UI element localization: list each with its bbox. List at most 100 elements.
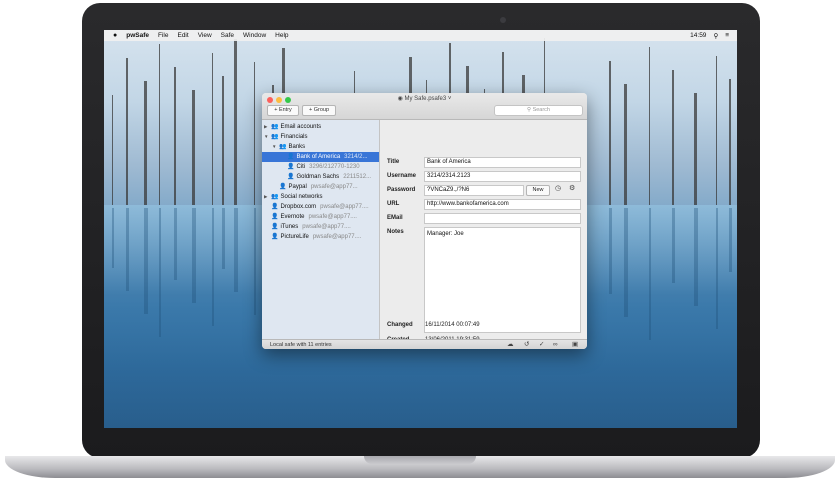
username-field[interactable]: 3214/2314.2123 xyxy=(424,171,581,182)
menubar-clock[interactable]: 14:59 xyxy=(690,32,706,39)
tree-reflection xyxy=(254,208,256,315)
person-icon: 👤 xyxy=(271,214,279,220)
person-icon: 👤 xyxy=(287,174,295,180)
gear-icon[interactable]: ⚙ xyxy=(569,184,575,192)
tree-entry-goldman-sachs[interactable]: 👤 Goldman Sachs 2211512... xyxy=(262,172,379,182)
tree-trunk xyxy=(716,56,717,205)
tree-trunk xyxy=(672,70,674,205)
tree-reflection xyxy=(624,208,628,317)
check-icon[interactable]: ✓ xyxy=(539,340,544,349)
tree-reflection xyxy=(192,208,196,303)
spotlight-search-icon[interactable]: ⚲ xyxy=(713,32,718,40)
tree-group-financials[interactable]: ▼ 👥 Financials xyxy=(262,132,379,142)
person-icon: 👤 xyxy=(279,184,287,190)
lock-icon[interactable]: ▣ xyxy=(572,340,578,349)
add-entry-button[interactable]: + Entry xyxy=(267,105,299,116)
tree-entry-itunes[interactable]: 👤 iTunes pwsafe@app77.... xyxy=(262,222,379,232)
menu-help[interactable]: Help xyxy=(275,32,288,39)
tree-group-email-accounts[interactable]: ▶ 👥 Email accounts xyxy=(262,122,379,132)
lock-sync-icon[interactable]: ↺ xyxy=(524,340,529,349)
tree-trunk xyxy=(222,76,224,205)
tree-group-banks[interactable]: ▼ 👥 Banks xyxy=(262,142,379,152)
document-lock-icon: ◉ xyxy=(397,96,403,102)
tree-trunk xyxy=(234,39,237,205)
disclosure-triangle-icon[interactable]: ▼ xyxy=(264,132,271,142)
search-input[interactable]: ⚲ Search xyxy=(494,105,583,116)
password-history-icon[interactable]: ◷ xyxy=(555,184,561,192)
pwsafe-window: ◉ My Safe.psafe3 ˅ + Entry + Group ⚲ Sea… xyxy=(262,93,587,349)
tree-entry-bank-of-america[interactable]: 👤 Bank of America 3214/2... xyxy=(262,152,379,162)
menu-view[interactable]: View xyxy=(198,32,212,39)
group-icon: 👥 xyxy=(279,144,287,150)
person-icon: 👤 xyxy=(287,164,295,170)
status-bar: Local safe with 11 entries ☁ ↺ ✓ ∞ ▣ xyxy=(262,339,587,349)
tree-reflection xyxy=(729,208,732,272)
tree-reflection xyxy=(234,208,238,292)
person-icon: 👤 xyxy=(271,224,279,230)
tree-reflection xyxy=(144,208,148,314)
glasses-icon[interactable]: ∞ xyxy=(553,340,558,349)
tree-trunk xyxy=(192,90,195,205)
password-field[interactable]: ?VNCaZ9.,/?N6 xyxy=(424,185,524,196)
chevron-down-icon[interactable]: ˅ xyxy=(448,96,452,102)
tree-reflection xyxy=(649,208,651,340)
tree-entry-citi[interactable]: 👤 Citi 3296/212770-1230 xyxy=(262,162,379,172)
new-password-button[interactable]: New xyxy=(526,185,550,196)
tree-reflection xyxy=(222,208,225,269)
apple-menu-icon[interactable]: ● xyxy=(113,32,117,39)
tree-trunk xyxy=(112,95,113,205)
person-icon: 👤 xyxy=(271,234,279,240)
title-field[interactable]: Bank of America xyxy=(424,157,581,168)
tree-entry-dropbox[interactable]: 👤 Dropbox.com pwsafe@app77.... xyxy=(262,202,379,212)
menu-app-name[interactable]: pwSafe xyxy=(126,32,149,39)
menu-window[interactable]: Window xyxy=(243,32,266,39)
window-title: ◉ My Safe.psafe3 ˅ xyxy=(397,96,452,102)
tree-trunk xyxy=(159,44,160,205)
entry-detail-pane: Title Bank of America Username 3214/2314… xyxy=(380,120,587,343)
entries-sidebar: ▶ 👥 Email accounts ▼ 👥 Financials ▼ 👥 Banks 👤 B… xyxy=(262,120,380,339)
person-icon: 👤 xyxy=(271,204,279,210)
disclosure-triangle-icon[interactable]: ▼ xyxy=(272,142,279,152)
group-icon: 👥 xyxy=(271,194,279,200)
notes-field[interactable]: Manager: Joe xyxy=(424,227,581,333)
tree-trunk xyxy=(212,53,213,205)
username-label: Username xyxy=(387,173,417,179)
notes-label: Notes xyxy=(387,229,404,235)
tree-group-social-networks[interactable]: ▶ 👥 Social networks xyxy=(262,192,379,202)
url-field[interactable]: http://www.bankofamerica.com xyxy=(424,199,581,210)
notification-center-icon[interactable]: ≡ xyxy=(725,32,729,39)
tree-reflection xyxy=(609,208,612,294)
menu-bar: ● pwSafe File Edit View Safe Window Help… xyxy=(104,30,737,41)
tree-trunk xyxy=(144,81,147,205)
email-label: EMail xyxy=(387,215,403,221)
tree-reflection xyxy=(126,208,129,291)
cloud-icon[interactable]: ☁ xyxy=(507,340,514,349)
menu-edit[interactable]: Edit xyxy=(177,32,188,39)
tree-reflection xyxy=(174,208,177,280)
disclosure-triangle-icon[interactable]: ▶ xyxy=(264,122,271,132)
tree-reflection xyxy=(694,208,698,306)
menu-file[interactable]: File xyxy=(158,32,168,39)
tree-reflection xyxy=(112,208,114,268)
tree-entry-paypal[interactable]: 👤 Paypal pwsafe@app77... xyxy=(262,182,379,192)
person-icon: 👤 xyxy=(287,154,295,160)
password-label: Password xyxy=(387,187,416,193)
tree-trunk xyxy=(624,84,627,205)
camera-icon xyxy=(500,17,506,23)
tree-entry-evernote[interactable]: 👤 Evernote pwsafe@app77.... xyxy=(262,212,379,222)
menu-safe[interactable]: Safe xyxy=(221,32,234,39)
add-group-button[interactable]: + Group xyxy=(302,105,336,116)
url-label: URL xyxy=(387,201,400,207)
tree-trunk xyxy=(254,62,255,205)
tree-reflection xyxy=(159,208,161,337)
changed-value: 16/11/2014 00:07:49 xyxy=(425,322,480,328)
email-field[interactable] xyxy=(424,213,581,224)
title-label: Title xyxy=(387,159,400,165)
window-titlebar: ◉ My Safe.psafe3 ˅ + Entry + Group ⚲ Sea… xyxy=(262,93,587,120)
tree-entry-picturelife[interactable]: 👤 PictureLife pwsafe@app77.... xyxy=(262,232,379,242)
disclosure-triangle-icon[interactable]: ▶ xyxy=(264,192,271,202)
tree-reflection xyxy=(212,208,214,326)
group-icon: 👥 xyxy=(271,124,279,130)
tree-reflection xyxy=(716,208,718,329)
group-icon: 👥 xyxy=(271,134,279,140)
